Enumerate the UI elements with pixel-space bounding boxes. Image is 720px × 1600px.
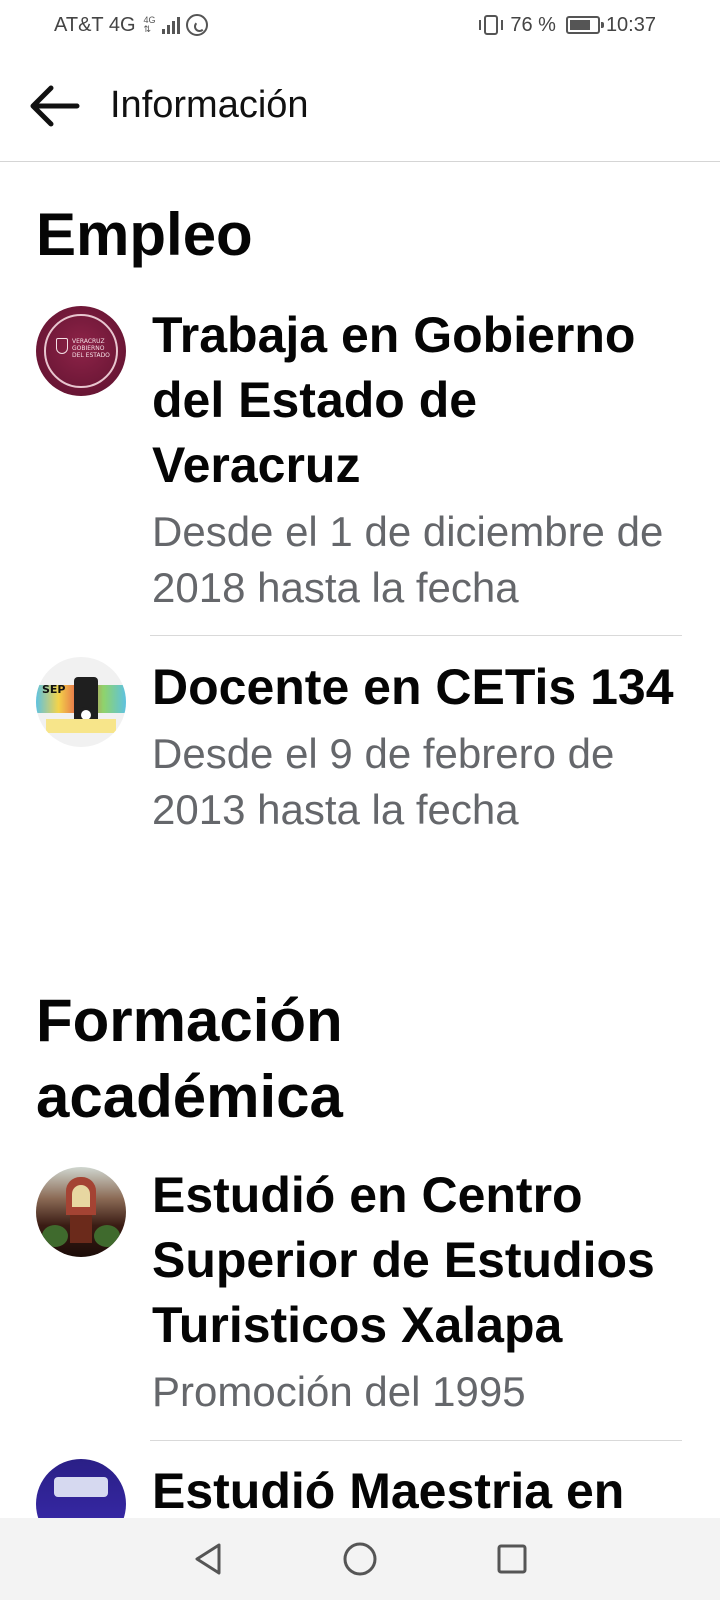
status-left: AT&T 4G 4G ⇅ — [54, 14, 208, 37]
employment-title[interactable]: Docente en CETis 134 — [152, 655, 682, 720]
education-title[interactable]: Estudió Maestria en — [152, 1459, 682, 1518]
school-avatar-maestria[interactable] — [36, 1459, 126, 1518]
education-text: Estudió Maestria en — [152, 1459, 682, 1518]
education-title[interactable]: Estudió en Centro Superior de Estudios T… — [152, 1163, 682, 1358]
school-avatar-cest[interactable] — [36, 1167, 126, 1257]
divider — [150, 635, 682, 636]
employment-dates: Desde el 1 de diciembre de 2018 hasta la… — [152, 508, 664, 611]
section-title-employment: Empleo — [36, 201, 253, 268]
status-bar: AT&T 4G 4G ⇅ 76 % 10:37 — [0, 0, 720, 50]
employer-avatar-cetis[interactable]: SEP — [36, 657, 126, 747]
signal-bars-icon — [161, 16, 180, 34]
battery-icon — [565, 16, 604, 34]
recents-square-icon — [497, 1544, 527, 1574]
page-title: Información — [110, 84, 309, 126]
nav-home-button[interactable] — [284, 1518, 436, 1600]
divider — [150, 1440, 682, 1441]
back-triangle-icon — [195, 1543, 221, 1575]
employment-text: Docente en CETis 134 Desde el 9 de febre… — [152, 655, 682, 838]
vibrate-icon — [479, 15, 504, 35]
employment-text: Trabaja en Gobierno del Estado de Veracr… — [152, 303, 682, 616]
clock: 10:37 — [605, 13, 656, 36]
employer-avatar-veracruz[interactable]: VERACRUZ GOBIERNO DEL ESTADO — [36, 306, 126, 396]
content-scroll[interactable]: Empleo VERACRUZ GOBIERNO DEL ESTADO Trabaj… — [0, 163, 720, 1518]
education-text: Estudió en Centro Superior de Estudios T… — [152, 1163, 682, 1420]
avatar-label: SEP — [42, 683, 66, 696]
status-right: 76 % 10:37 — [478, 14, 656, 37]
employment-dates: Desde el 9 de febrero de 2013 hasta la f… — [152, 730, 615, 833]
system-nav-bar — [0, 1518, 720, 1600]
battery-percent: 76 % — [510, 13, 556, 36]
whatsapp-icon — [185, 14, 208, 36]
home-circle-icon — [343, 1542, 377, 1576]
screen: AT&T 4G 4G ⇅ 76 % 10:37 Información Emple… — [0, 0, 720, 1600]
network-type-icon: 4G ⇅ — [143, 15, 156, 34]
section-title-education: Formación académica — [36, 987, 343, 1130]
back-button[interactable] — [0, 50, 110, 162]
nav-back-button[interactable] — [132, 1518, 284, 1600]
employment-title[interactable]: Trabaja en Gobierno del Estado de Veracr… — [152, 303, 682, 498]
app-header: Información — [0, 50, 720, 162]
arrow-left-icon — [30, 85, 80, 126]
carrier-label: AT&T 4G — [54, 13, 136, 36]
education-class-year: Promoción del 1995 — [152, 1368, 526, 1415]
nav-recents-button[interactable] — [436, 1518, 588, 1600]
